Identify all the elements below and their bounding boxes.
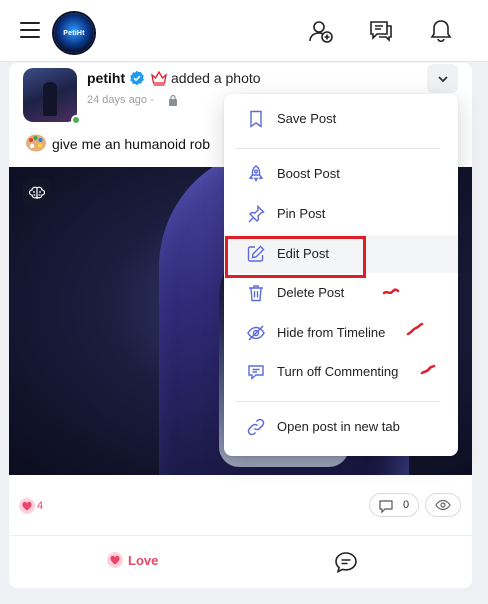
pin-icon <box>246 204 266 224</box>
love-label: Love <box>128 552 159 568</box>
comment-off-icon <box>246 362 266 382</box>
menu-item-boost-post[interactable]: Boost Post <box>224 155 458 193</box>
reactions-bar: 4 0 <box>9 491 472 523</box>
ai-brain-icon[interactable] <box>23 179 51 207</box>
chevron-down-icon <box>437 75 448 82</box>
palette-emoji-icon <box>25 133 47 153</box>
menu-item-label: Turn off Commenting <box>277 364 399 379</box>
messages-icon[interactable] <box>368 18 394 44</box>
post-timestamp[interactable]: 24 days ago - <box>87 94 154 106</box>
eye-icon <box>435 499 451 511</box>
reaction-count[interactable]: 4 <box>37 500 43 512</box>
user-avatar[interactable] <box>23 68 77 122</box>
comment-button[interactable] <box>334 551 358 573</box>
verified-badge-icon <box>129 70 145 86</box>
views-button[interactable] <box>425 493 461 517</box>
edit-post-highlight-box <box>225 236 366 278</box>
lock-icon <box>167 93 179 106</box>
menu-item-open-in-new-tab[interactable]: Open post in new tab <box>224 408 458 446</box>
online-status-dot <box>71 115 81 125</box>
crown-icon <box>150 69 168 87</box>
add-user-icon[interactable] <box>308 18 334 44</box>
menu-item-label: Delete Post <box>277 285 345 300</box>
post-username[interactable]: petiht <box>87 70 125 86</box>
trash-icon <box>246 283 266 303</box>
heart-reaction-icon[interactable] <box>19 498 35 514</box>
love-reaction-button[interactable]: Love <box>107 549 158 571</box>
post-text: give me an humanoid rob <box>52 136 210 152</box>
top-bar: PetiHt <box>0 0 488 62</box>
red-mark-delete <box>382 288 400 295</box>
red-mark-hide <box>406 322 424 336</box>
menu-item-label: Pin Post <box>277 206 326 221</box>
bell-icon[interactable] <box>428 18 454 44</box>
divider <box>9 535 472 536</box>
comments-count-button[interactable]: 0 <box>369 493 419 517</box>
menu-divider <box>236 401 440 402</box>
rocket-icon <box>246 164 266 184</box>
comment-count: 0 <box>403 499 410 511</box>
menu-item-save-post[interactable]: Save Post <box>224 100 458 138</box>
red-mark-commenting <box>420 364 436 375</box>
eye-off-icon <box>246 323 266 343</box>
comment-icon <box>335 552 357 573</box>
menu-item-delete-post[interactable]: Delete Post <box>224 274 458 312</box>
post-action-text: added a photo <box>171 70 261 86</box>
heart-icon <box>107 552 123 568</box>
comment-bubble-icon <box>379 500 393 514</box>
menu-item-label: Hide from Timeline <box>277 325 386 340</box>
logo-text: PetiHt <box>63 29 85 37</box>
menu-item-label: Open post in new tab <box>277 419 400 434</box>
bookmark-icon <box>246 109 266 129</box>
link-icon <box>246 417 266 437</box>
menu-divider <box>236 148 440 149</box>
menu-item-label: Boost Post <box>277 166 340 181</box>
menu-item-label: Save Post <box>277 111 337 126</box>
site-logo[interactable]: PetiHt <box>54 13 94 53</box>
menu-item-pin-post[interactable]: Pin Post <box>224 195 458 233</box>
post-options-button[interactable] <box>427 64 458 93</box>
hamburger-menu-icon[interactable] <box>20 22 40 38</box>
